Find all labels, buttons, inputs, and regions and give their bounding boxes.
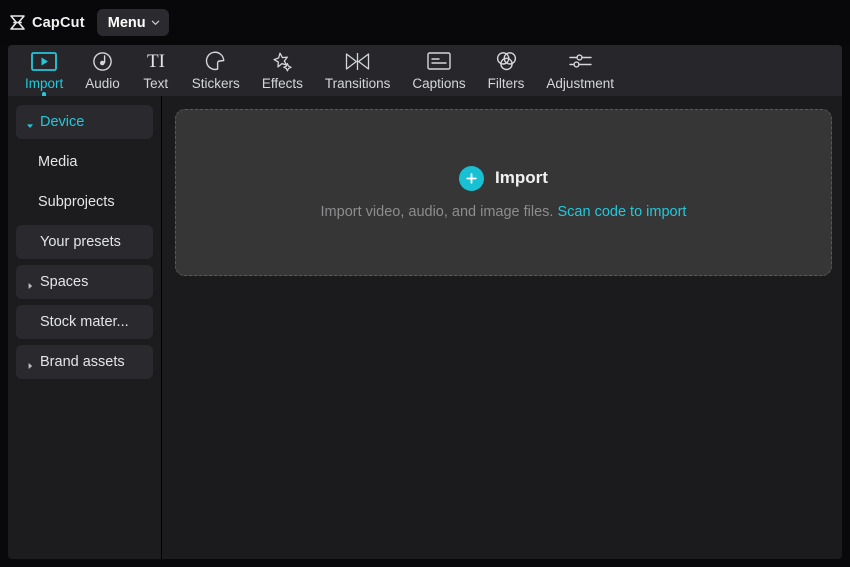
tab-import[interactable]: Import [14,45,74,96]
scan-code-link[interactable]: Scan code to import [558,204,687,220]
import-hint-text: Import video, audio, and image files. [320,203,554,220]
caret-down-icon [26,118,34,128]
chevron-down-icon [151,18,160,27]
import-action[interactable]: Import [459,165,548,191]
tab-import-label: Import [25,76,64,91]
sidebar-item-device[interactable]: Device [16,105,153,139]
captions-box-icon [427,50,451,72]
menu-button[interactable]: Menu [96,9,169,36]
main-body: Device Media Subprojects Your presets Sp… [8,96,842,559]
sticker-pie-icon [205,50,226,72]
tab-indicator [101,92,105,96]
tool-tabbar: Import Audio TI Text Stickers Effects Tr… [8,45,842,96]
music-note-icon [92,50,113,72]
transition-bowtie-icon [345,50,370,72]
text-ti-icon: TI [142,50,170,72]
tab-indicator [154,92,158,96]
sidebar: Device Media Subprojects Your presets Sp… [8,96,162,559]
tab-filters[interactable]: Filters [477,45,536,96]
tab-text-label: Text [143,76,169,91]
sidebar-item-label: Media [38,154,78,170]
tab-active-indicator [42,92,47,96]
menu-button-label: Menu [107,14,146,31]
tab-filters-label: Filters [487,76,525,91]
tab-captions[interactable]: Captions [401,45,476,96]
tab-transitions-label: Transitions [324,76,391,91]
tab-audio-label: Audio [85,76,120,91]
sidebar-item-your-presets[interactable]: Your presets [16,225,153,259]
sidebar-item-stock-materials[interactable]: Stock mater... [16,305,153,339]
capcut-hourglass-logo-icon [9,15,26,30]
tab-captions-label: Captions [412,76,466,91]
tab-indicator [437,92,441,96]
import-play-icon [31,50,58,72]
sidebar-item-label: Stock mater... [40,314,129,330]
import-title: Import [495,168,548,187]
sidebar-item-label: Your presets [40,234,121,250]
sidebar-item-label: Device [40,114,85,130]
sidebar-item-subprojects[interactable]: Subprojects [16,185,153,219]
brand-name: CapCut [32,14,85,31]
sidebar-item-label: Subprojects [38,194,115,210]
tab-adjustment-label: Adjustment [546,76,614,91]
sidebar-item-label: Brand assets [40,354,125,370]
tab-indicator [578,92,582,96]
filters-circles-icon [495,50,518,72]
capcut-window: CapCut Menu Import Audio TI Text Sticker… [0,0,850,567]
import-hint: Import video, audio, and image files. Sc… [321,204,687,220]
caret-right-icon [26,278,34,289]
tab-effects[interactable]: Effects [251,45,314,96]
tab-indicator [356,92,360,96]
sidebar-item-brand-assets[interactable]: Brand assets [16,345,153,379]
tab-adjustment[interactable]: Adjustment [535,45,625,96]
tab-text[interactable]: TI Text [131,45,181,96]
tab-indicator [504,92,508,96]
tab-stickers[interactable]: Stickers [181,45,251,96]
caret-right-icon [26,358,34,369]
tab-transitions[interactable]: Transitions [314,45,402,96]
tab-audio[interactable]: Audio [74,45,131,96]
import-dropzone[interactable]: Import Import video, audio, and image fi… [175,109,832,276]
star-sparkle-icon [271,50,293,72]
sidebar-item-label: Spaces [40,274,89,290]
title-bar: CapCut Menu [0,0,850,45]
tab-stickers-label: Stickers [191,76,240,91]
tab-effects-label: Effects [261,76,303,91]
tab-indicator [280,92,284,96]
sidebar-item-media[interactable]: Media [16,145,153,179]
svg-text:TI: TI [147,51,165,71]
content-area: Import Import video, audio, and image fi… [162,96,842,559]
plus-circle-icon[interactable] [459,165,485,191]
sidebar-item-spaces[interactable]: Spaces [16,265,153,299]
brand: CapCut [9,15,85,31]
adjustment-sliders-icon [568,50,593,72]
app-frame: Import Audio TI Text Stickers Effects Tr… [8,45,842,559]
tab-indicator [214,92,218,96]
